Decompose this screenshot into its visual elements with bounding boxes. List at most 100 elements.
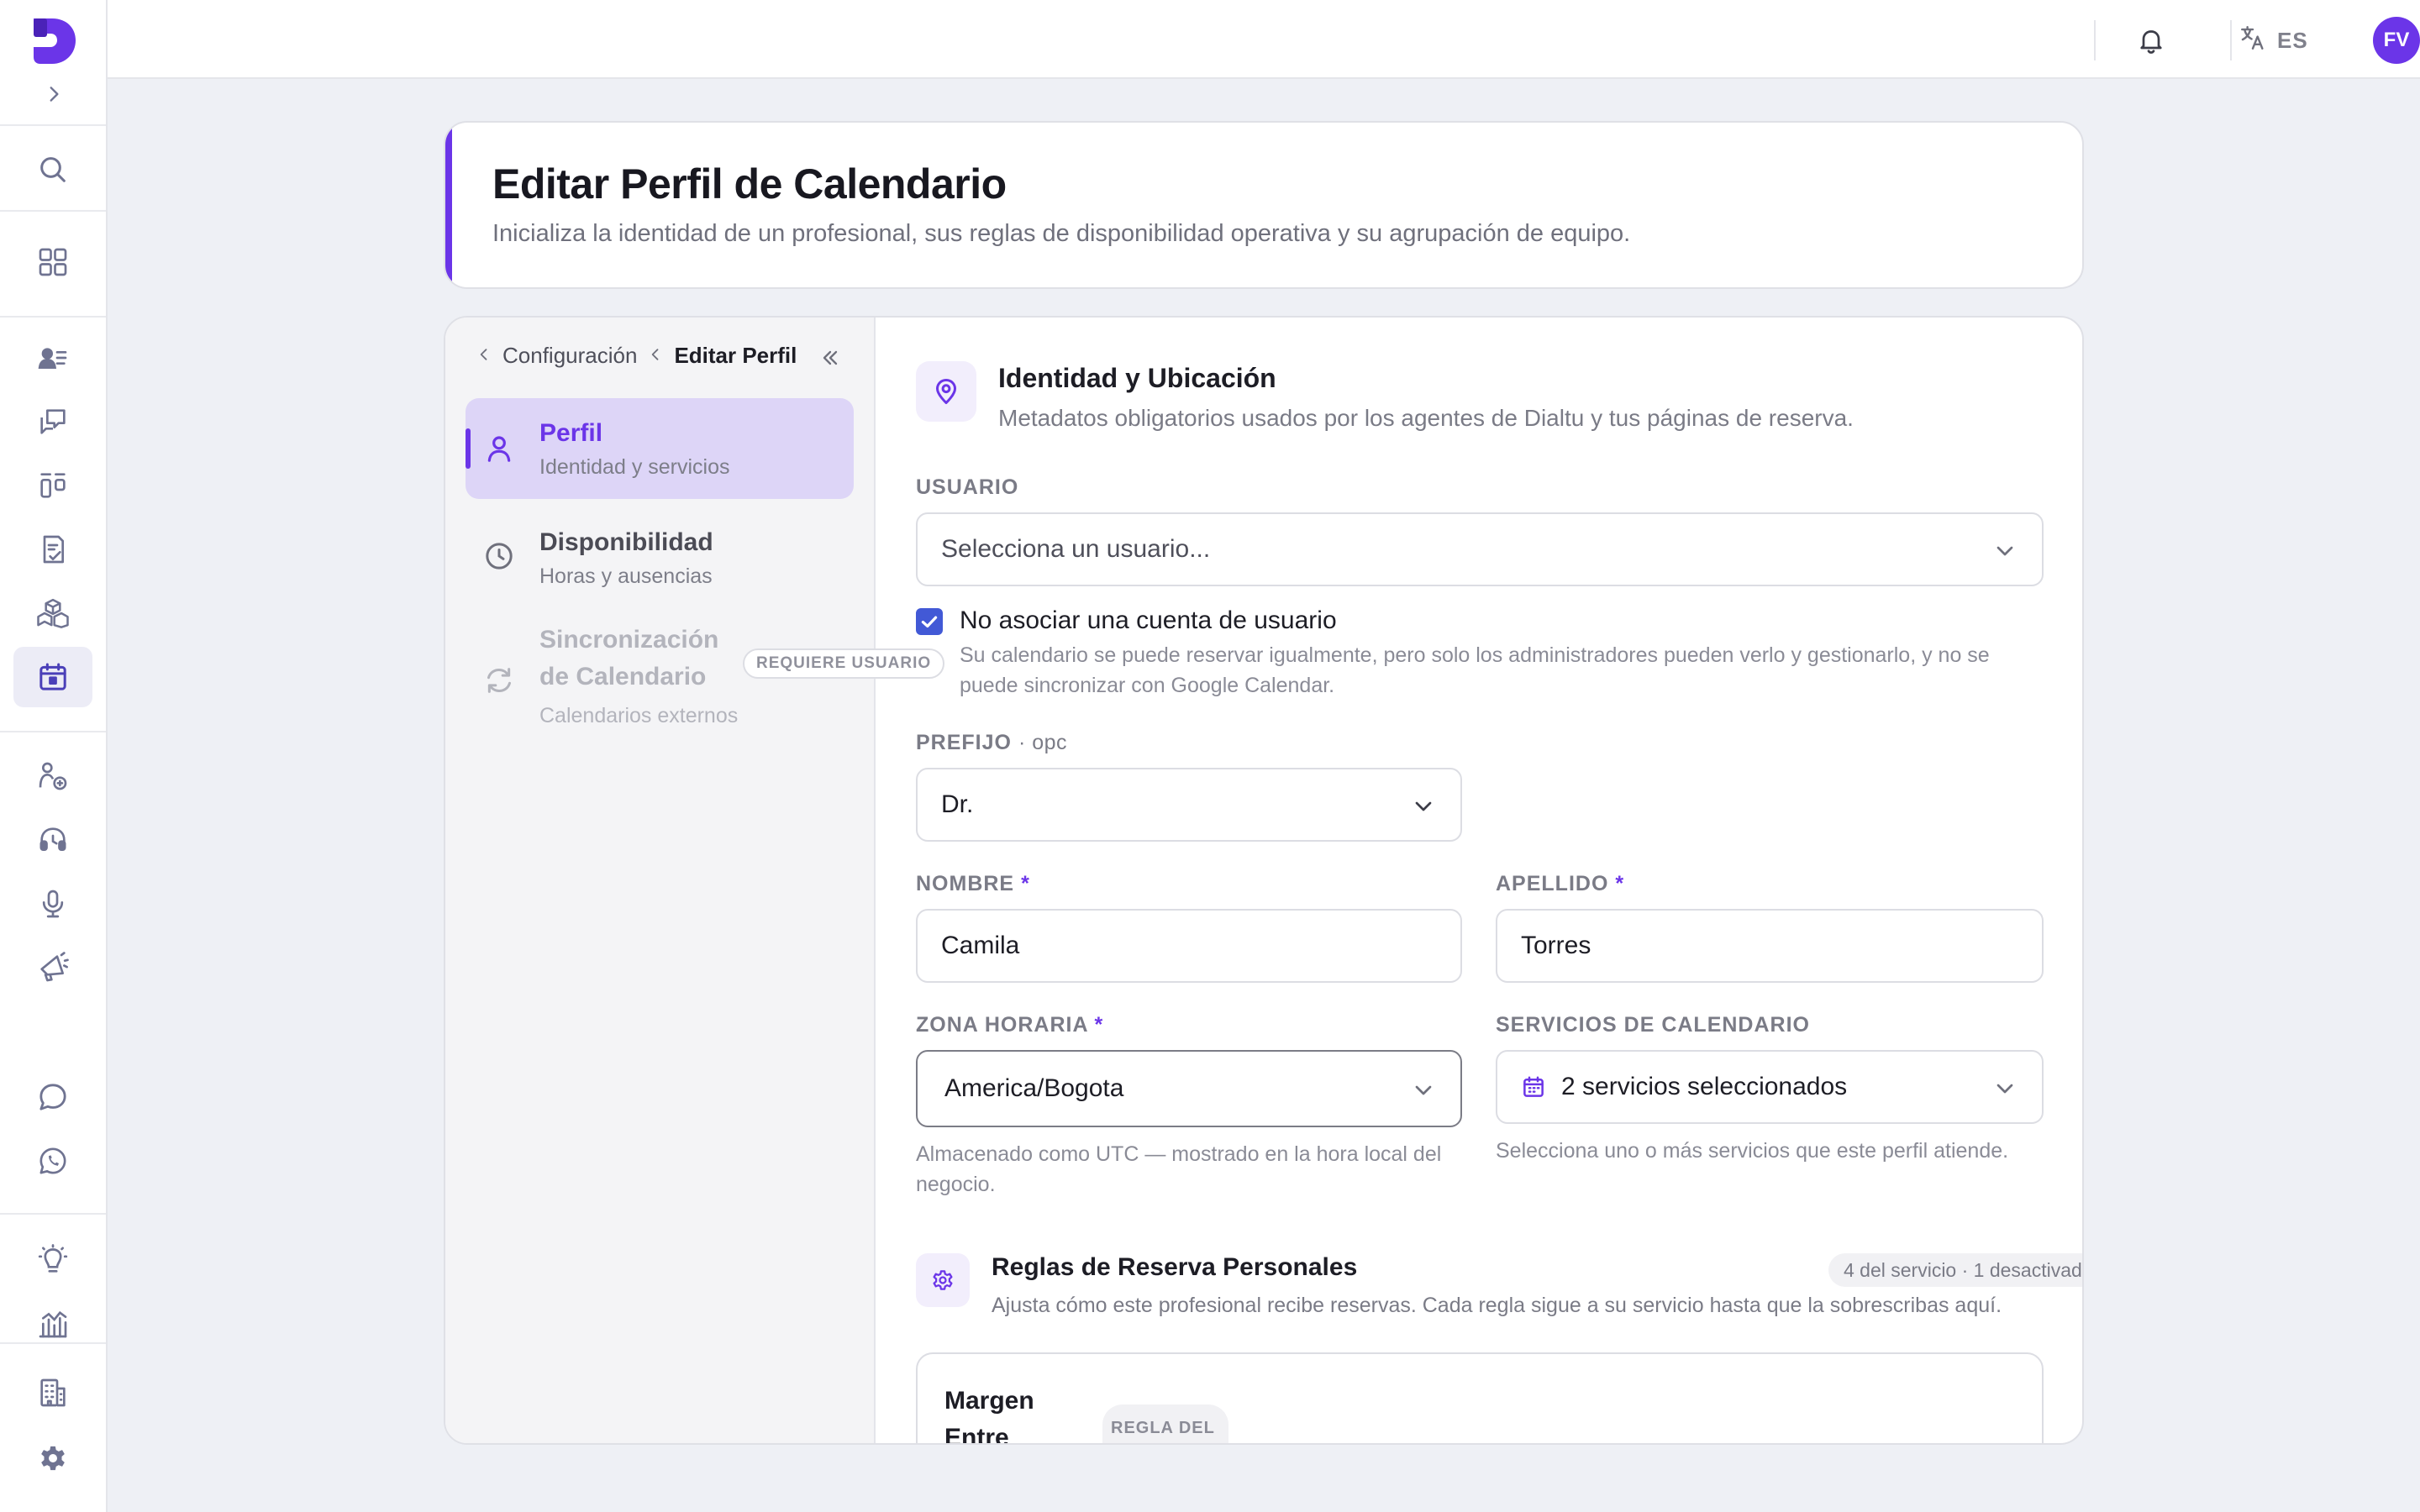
editor-card: Configuración Editar Perfil Perfil Ident… [444, 316, 2084, 1445]
prefix-label-text: PREFIJO [916, 731, 1012, 754]
timezone-select[interactable]: America/Bogota [916, 1050, 1462, 1127]
translate-icon [2238, 24, 2267, 58]
sidebar-item-subtitle: Calendarios externos [539, 704, 739, 727]
expand-sidebar-icon[interactable] [40, 81, 67, 108]
dashboard-grid-icon[interactable] [13, 232, 92, 292]
rail-divider [0, 210, 106, 212]
no-user-help-text: Su calendario se puede reservar igualmen… [960, 643, 1990, 667]
notifications-bell-icon[interactable] [2133, 22, 2170, 59]
breadcrumb: Configuración Editar Perfil [476, 343, 797, 369]
required-marker: * [1021, 872, 1030, 895]
chevron-left-icon [476, 343, 492, 369]
user-select-value: Selecciona un usuario... [941, 535, 1211, 563]
tasks-icon[interactable] [13, 519, 92, 580]
chevron-left-icon [647, 343, 664, 369]
chevron-down-icon [1415, 801, 1432, 811]
products-boxes-icon[interactable] [13, 583, 92, 643]
sidebar-item-perfil[interactable]: Perfil Identidad y servicios [466, 398, 854, 499]
user-select[interactable]: Selecciona un usuario... [916, 512, 2044, 586]
booking-settings-gear-icon [916, 1253, 970, 1307]
last-name-label-text: APELLIDO [1496, 872, 1609, 895]
sidebar-item-subtitle: Identidad y servicios [539, 455, 730, 479]
rail-divider [0, 316, 106, 318]
support-headset-icon[interactable] [13, 810, 92, 870]
prefix-label: PREFIJO · opc [916, 731, 1067, 755]
sync-icon [487, 668, 511, 693]
prefix-select[interactable]: Dr. [916, 768, 1462, 842]
first-name-value: Camila [941, 932, 1020, 959]
page-header-card: Editar Perfil de Calendario Inicializa l… [444, 121, 2084, 289]
calendar-icon [1523, 1076, 1544, 1097]
chevron-down-icon [1415, 1085, 1432, 1095]
required-marker: * [1094, 1013, 1104, 1037]
company-building-icon[interactable] [13, 1362, 92, 1423]
rules-summary-badge: 4 del servicio · 1 desactivadas [1828, 1253, 2082, 1287]
language-code: ES [2277, 27, 2308, 53]
sidebar-item-sincronizacion: Sincronización de Calendario Calendarios… [466, 620, 945, 746]
analytics-icon[interactable] [13, 1294, 92, 1354]
section-subtitle: Metadatos obligatorios usados por los ag… [998, 405, 1854, 431]
language-switcher[interactable]: ES [2238, 22, 2308, 59]
settings-gear-icon[interactable] [13, 1428, 92, 1488]
topbar-divider [2230, 20, 2232, 60]
contacts-icon[interactable] [13, 328, 92, 388]
no-user-checkbox-label[interactable]: No asociar una cuenta de usuario [960, 606, 1337, 635]
whatsapp-icon[interactable] [13, 1131, 92, 1191]
timezone-help-text: negocio. [916, 1173, 996, 1196]
dialtu-logo-icon[interactable] [29, 13, 79, 67]
required-marker: * [1615, 872, 1625, 895]
services-select-value: 2 servicios seleccionados [1561, 1073, 1848, 1100]
location-pin-icon [916, 361, 976, 422]
sidebar-item-title: Sincronización [539, 626, 719, 654]
topbar-divider [2094, 20, 2096, 60]
sidebar-item-title: Perfil [539, 419, 603, 447]
breadcrumb-parent-link[interactable]: Configuración [502, 343, 637, 369]
services-help-text: Selecciona uno o más servicios que este … [1496, 1139, 2009, 1163]
kanban-icon[interactable] [13, 455, 92, 516]
collapse-sidebar-icon[interactable] [815, 343, 845, 373]
timezone-select-value: America/Bogota [944, 1074, 1124, 1102]
sidebar-item-title: Disponibilidad [539, 528, 713, 556]
campaigns-megaphone-icon[interactable] [13, 937, 92, 998]
timezone-label-text: ZONA HORARIA [916, 1013, 1088, 1037]
chevron-down-icon [1996, 1084, 2013, 1094]
rule-title: Margen Entre [944, 1387, 1034, 1445]
microphone-icon[interactable] [13, 874, 92, 934]
first-name-label: NOMBRE * [916, 872, 1030, 896]
rail-divider [0, 1213, 106, 1215]
checkmark-icon [921, 616, 938, 628]
avatar[interactable]: FV [2373, 17, 2420, 64]
section-title: Identidad y Ubicación [998, 363, 1276, 393]
service-rule-badge: REGLA DEL SERVICIO [1102, 1404, 1228, 1443]
page-title: Editar Perfil de Calendario [492, 160, 1007, 207]
timezone-label: ZONA HORARIA * [916, 1013, 1103, 1037]
services-label: SERVICIOS DE CALENDARIO [1496, 1013, 1810, 1037]
ai-agent-icon[interactable] [13, 746, 92, 806]
booking-rules-subtitle: Ajusta cómo este profesional recibe rese… [992, 1294, 2002, 1317]
lightbulb-icon[interactable] [13, 1230, 92, 1290]
rail-divider [0, 1342, 106, 1344]
top-bar: ES FV [108, 0, 2420, 79]
user-label: USUARIO [916, 475, 1019, 499]
no-user-checkbox[interactable] [916, 608, 943, 635]
left-rail [0, 0, 108, 1512]
conversations-icon[interactable] [13, 391, 92, 452]
search-icon[interactable] [13, 139, 92, 200]
optional-marker: · opc [1018, 731, 1068, 754]
chat-bubble-icon[interactable] [13, 1067, 92, 1127]
section-sidebar: Configuración Editar Perfil Perfil Ident… [445, 318, 945, 1443]
sidebar-item-title: de Calendario [539, 663, 707, 690]
rail-divider [0, 124, 106, 126]
profile-form: Identidad y Ubicación Metadatos obligato… [876, 318, 2082, 1445]
last-name-input[interactable]: Torres [1496, 909, 2044, 983]
calendar-icon[interactable] [13, 647, 92, 707]
clock-icon [486, 543, 513, 570]
no-user-help-text: puede sincronizar con Google Calendar. [960, 674, 1335, 697]
breadcrumb-current: Editar Perfil [674, 343, 797, 368]
first-name-input[interactable]: Camila [916, 909, 1462, 983]
chevron-down-icon [1996, 546, 2013, 556]
sidebar-item-disponibilidad[interactable]: Disponibilidad Horas y ausencias [466, 506, 854, 606]
services-multiselect[interactable]: 2 servicios seleccionados [1496, 1050, 2044, 1124]
sidebar-item-subtitle: Horas y ausencias [539, 564, 713, 588]
booking-rules-title: Reglas de Reserva Personales [992, 1253, 1358, 1281]
